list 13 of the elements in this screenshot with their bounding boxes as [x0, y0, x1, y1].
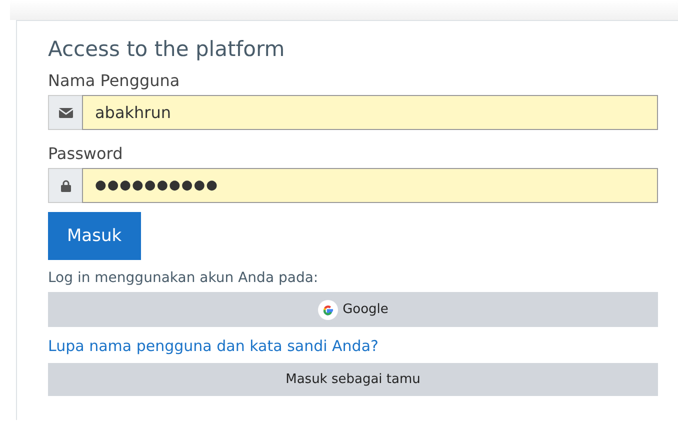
lock-icon: [60, 180, 70, 192]
password-field[interactable]: ●●●●●●●●●●: [82, 168, 658, 203]
google-logo-icon: [318, 300, 338, 320]
google-login-button[interactable]: Google: [48, 292, 658, 327]
username-field[interactable]: abakhrun: [82, 95, 658, 130]
sso-prompt: Log in menggunakan akun Anda pada:: [48, 270, 320, 286]
login-button[interactable]: Masuk: [48, 212, 141, 260]
envelope-icon: [58, 108, 72, 118]
page-heading: Access to the platform: [48, 37, 286, 61]
guest-login-button[interactable]: Masuk sebagai tamu: [48, 363, 658, 396]
forgot-credentials-link[interactable]: Lupa nama pengguna dan kata sandi Anda?: [48, 337, 378, 355]
field-label: Nama Pengguna: [48, 71, 181, 90]
field-label: Password: [48, 144, 124, 163]
